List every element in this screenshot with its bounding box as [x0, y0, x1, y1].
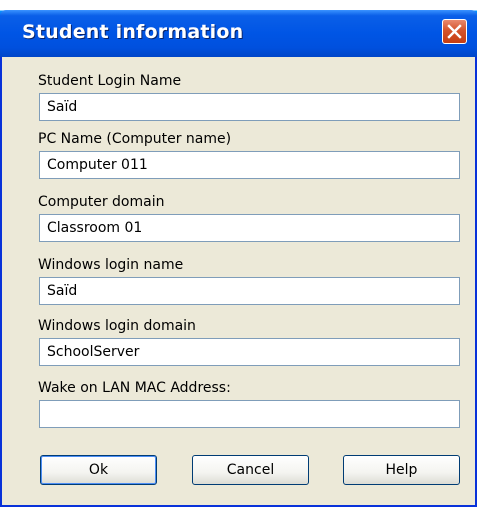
computer-domain-input[interactable] — [39, 214, 460, 242]
pc-name-input[interactable] — [39, 151, 460, 179]
windows-login-name-label: Windows login name — [38, 257, 184, 273]
cancel-button[interactable]: Cancel — [192, 455, 309, 485]
wake-on-lan-mac-input[interactable] — [39, 400, 460, 428]
windows-login-domain-label: Windows login domain — [38, 318, 196, 334]
ok-button[interactable]: Ok — [40, 455, 157, 485]
windows-login-domain-input[interactable] — [39, 338, 460, 366]
title-bar-top-edge — [0, 0, 477, 10]
help-button[interactable]: Help — [343, 455, 460, 485]
wake-on-lan-mac-label: Wake on LAN MAC Address: — [38, 380, 231, 396]
computer-domain-label: Computer domain — [38, 194, 165, 210]
title-bar[interactable]: Student information — [0, 0, 477, 57]
close-icon — [447, 24, 462, 39]
student-login-name-label: Student Login Name — [38, 73, 182, 89]
windows-login-name-input[interactable] — [39, 277, 460, 305]
pc-name-label: PC Name (Computer name) — [38, 131, 232, 147]
close-button[interactable] — [442, 19, 467, 44]
student-information-dialog: Student information Student Login Name P… — [0, 0, 477, 507]
dialog-title: Student information — [22, 21, 244, 43]
student-login-name-input[interactable] — [39, 93, 460, 121]
